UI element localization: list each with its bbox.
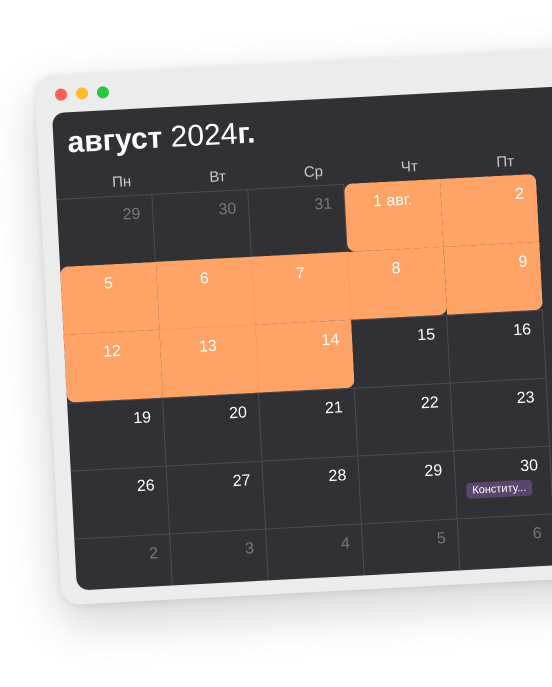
year-number: 2024	[169, 117, 239, 154]
close-button[interactable]	[54, 88, 68, 101]
day-cell[interactable]: 6	[155, 256, 256, 330]
day-cell[interactable]: 14	[255, 319, 355, 393]
day-cell[interactable]: 13	[159, 324, 259, 398]
day-number: 2	[148, 545, 159, 563]
screenshot-scene: август 2024г. Пн Вт Ср Чт Пт 29 30 31 1 …	[0, 0, 552, 687]
day-number: 5	[103, 275, 114, 293]
day-cell[interactable]: 5	[60, 261, 160, 335]
day-cell[interactable]: 26	[70, 465, 171, 539]
day-number: 1 авг.	[372, 191, 413, 211]
day-cell[interactable]: 20	[163, 392, 263, 466]
day-number: 26	[136, 477, 156, 496]
day-number: 19	[132, 409, 152, 428]
day-number: 6	[199, 270, 210, 288]
day-number: 29	[423, 462, 443, 481]
day-cell[interactable]: 3	[170, 528, 270, 591]
day-cell[interactable]: 12	[63, 329, 164, 403]
day-cell[interactable]: 27	[166, 460, 266, 534]
day-number: 6	[532, 525, 543, 543]
day-cell[interactable]: 1 авг.	[344, 178, 444, 252]
day-cell[interactable]: 6	[457, 513, 552, 587]
day-cell[interactable]: 22	[354, 382, 455, 456]
day-number: 27	[232, 472, 251, 491]
day-cell[interactable]: 19	[67, 397, 167, 471]
calendar-panel: август 2024г. Пн Вт Ср Чт Пт 29 30 31 1 …	[51, 80, 552, 591]
month-grid: 29 30 31 1 авг. 2 5 6 7 8 9 12 13 14 15 …	[56, 167, 552, 591]
day-number: 12	[102, 342, 122, 361]
year-suffix: г.	[236, 116, 257, 151]
day-cell[interactable]: 2	[439, 173, 540, 247]
day-cell[interactable]: 21	[258, 387, 359, 461]
day-number: 4	[340, 535, 351, 553]
day-cell[interactable]: 8	[347, 246, 448, 320]
day-number: 5	[436, 530, 447, 548]
month-name: август	[66, 121, 164, 160]
day-number: 7	[295, 265, 306, 283]
day-cell[interactable]: 31	[248, 183, 348, 257]
day-cell[interactable]: 5	[361, 518, 462, 591]
day-number: 8	[391, 260, 401, 278]
day-number: 2	[514, 185, 525, 203]
weekday-tue: Вт	[208, 168, 227, 186]
day-cell[interactable]: 30	[152, 188, 252, 262]
day-cell[interactable]: 7	[251, 251, 352, 325]
day-cell[interactable]: 23	[450, 377, 551, 451]
day-number: 28	[328, 467, 347, 486]
weekday-fri: Пт	[495, 153, 515, 171]
day-cell[interactable]: 2	[74, 533, 174, 591]
day-cell[interactable]: 4	[265, 523, 366, 591]
window-controls	[54, 86, 110, 101]
day-number: 16	[512, 321, 532, 340]
day-number: 29	[122, 205, 141, 224]
day-number: 14	[321, 331, 340, 350]
day-cell[interactable]: 15	[351, 314, 451, 388]
minimize-button[interactable]	[75, 87, 89, 100]
day-number: 31	[313, 195, 333, 214]
day-number: 3	[244, 540, 255, 558]
calendar-window: август 2024г. Пн Вт Ср Чт Пт 29 30 31 1 …	[34, 43, 552, 606]
day-number: 23	[516, 389, 535, 408]
day-number: 15	[416, 326, 436, 345]
day-cell[interactable]: 29	[358, 450, 458, 524]
day-number: 22	[420, 394, 440, 413]
day-number: 30	[218, 200, 237, 219]
weekday-wed: Ср	[303, 163, 324, 181]
day-cell[interactable]: 28	[262, 455, 362, 529]
day-number: 21	[324, 399, 344, 418]
day-number: 20	[228, 404, 248, 423]
weekday-mon: Пн	[111, 173, 132, 192]
day-number: 13	[198, 337, 218, 356]
event-chip[interactable]: Конститу...	[465, 479, 533, 499]
day-cell[interactable]: 16	[447, 309, 547, 383]
day-number: 9	[518, 253, 528, 271]
month-title: август 2024г.	[67, 117, 256, 161]
day-cell[interactable]: 9	[443, 241, 543, 315]
day-number: 30	[519, 457, 539, 476]
zoom-button[interactable]	[96, 86, 110, 99]
weekday-thu: Чт	[400, 158, 419, 176]
day-cell[interactable]: 30 Конститу...	[454, 445, 552, 519]
day-cell[interactable]: 29	[56, 193, 156, 267]
